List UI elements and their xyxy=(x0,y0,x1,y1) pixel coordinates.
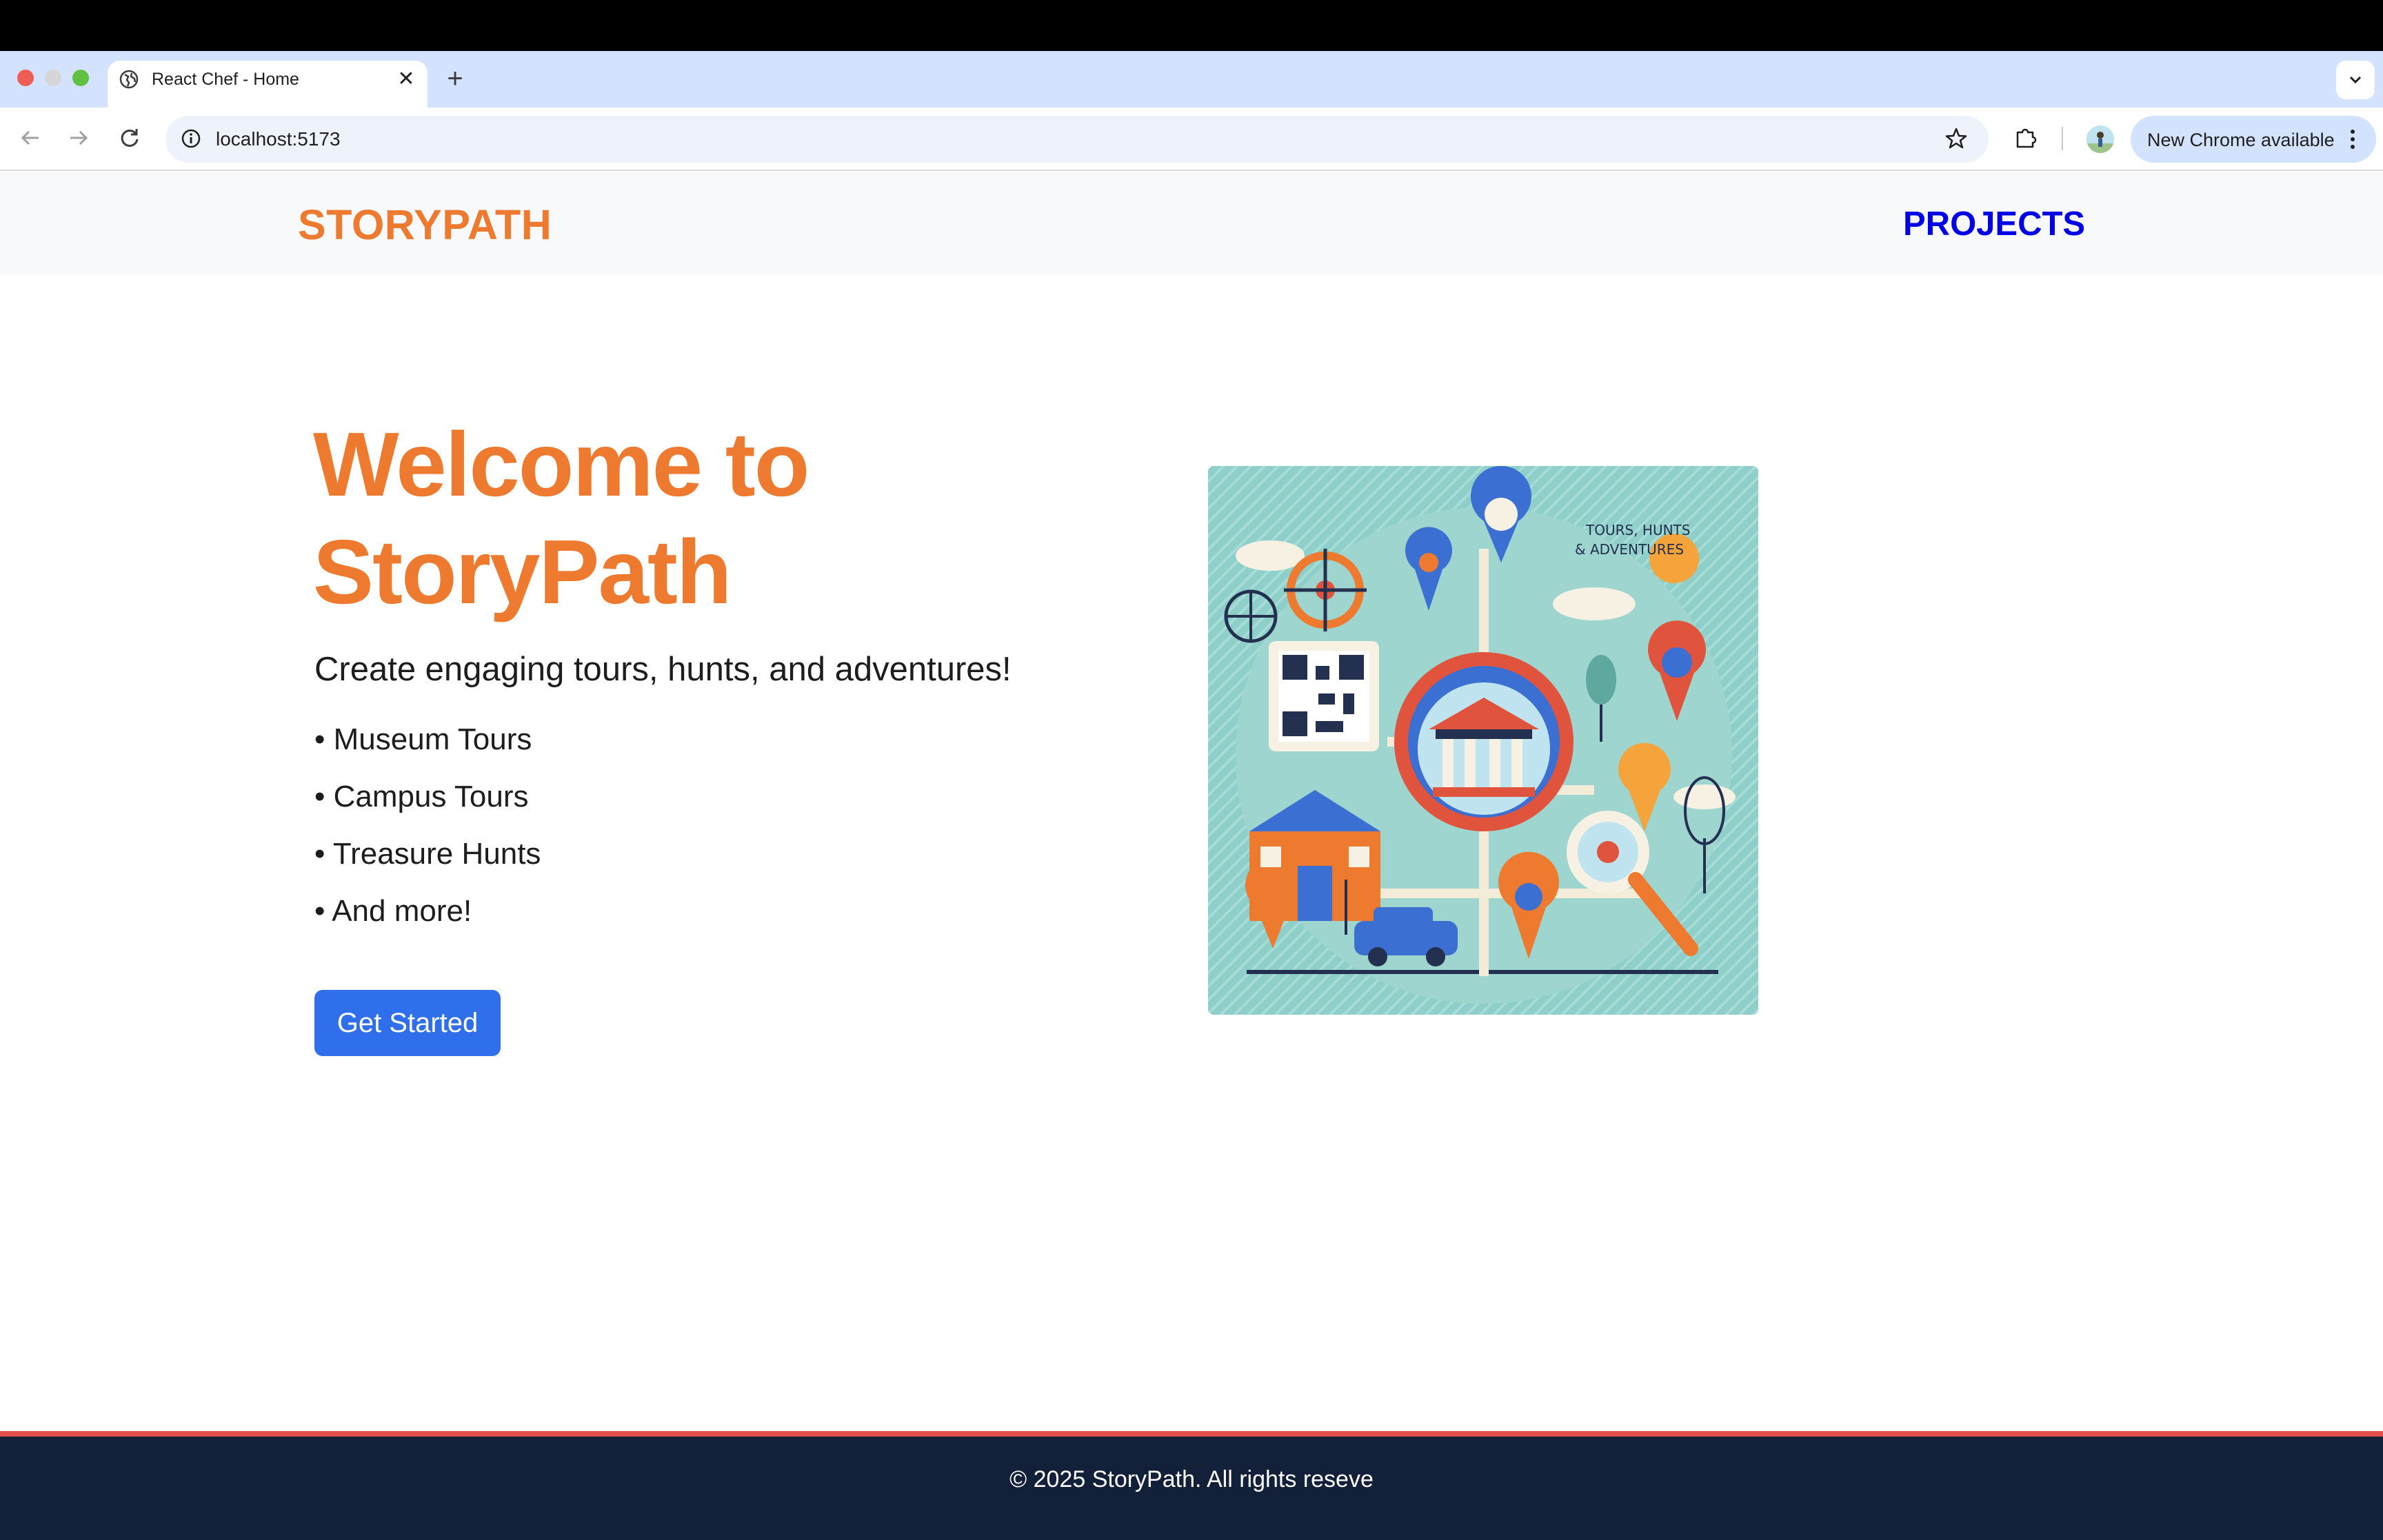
globe-icon xyxy=(119,70,139,89)
chrome-update-label: New Chrome available xyxy=(2147,130,2335,150)
tab-title: React Chef - Home xyxy=(152,70,299,89)
window-minimize-button[interactable] xyxy=(45,70,61,86)
reload-icon[interactable] xyxy=(116,124,143,152)
feature-item-museum-tours: • Museum Tours xyxy=(314,722,532,756)
close-icon[interactable]: ✕ xyxy=(394,68,418,91)
hero-title: Welcome to StoryPath xyxy=(313,414,810,622)
site-info-icon[interactable] xyxy=(179,127,203,150)
footer-copyright: © 2025 StoryPath. All rights reseve xyxy=(1009,1466,1374,1492)
bookmark-star-icon[interactable] xyxy=(1943,125,1969,152)
chevron-down-icon xyxy=(2349,76,2362,84)
new-tab-icon[interactable]: + xyxy=(441,65,469,92)
brand-logo-link[interactable]: STORYPATH xyxy=(298,200,552,250)
back-arrow-icon[interactable] xyxy=(17,124,44,152)
window-zoom-button[interactable] xyxy=(72,70,89,86)
feature-list: • Museum Tours • Campus Tours • Treasure… xyxy=(314,717,541,946)
address-bar[interactable] xyxy=(165,116,1989,163)
hero-illustration: TOURS, HUNTS & ADVENTURES xyxy=(1208,466,1758,1015)
feature-item-and-more: • And more! xyxy=(314,894,472,928)
footer-accent-line xyxy=(0,1431,2383,1437)
forward-arrow-icon[interactable] xyxy=(65,124,92,152)
feature-item-treasure-hunts: • Treasure Hunts xyxy=(314,837,541,871)
get-started-button[interactable]: Get Started xyxy=(314,990,501,1056)
toolbar-divider xyxy=(2062,127,2063,150)
extensions-puzzle-icon[interactable] xyxy=(2012,124,2040,152)
feature-item-campus-tours: • Campus Tours xyxy=(314,780,529,813)
hero-subtitle: Create engaging tours, hunts, and advent… xyxy=(314,651,1012,688)
svg-text:& ADVENTURES: & ADVENTURES xyxy=(1575,541,1684,558)
svg-text:TOURS, HUNTS: TOURS, HUNTS xyxy=(1585,522,1690,538)
tab-search-button[interactable] xyxy=(2336,61,2375,99)
url-text: localhost:5173 xyxy=(216,128,341,150)
profile-avatar[interactable] xyxy=(2087,125,2114,153)
more-menu-icon[interactable] xyxy=(2344,125,2361,153)
menubar-strip xyxy=(0,0,2383,51)
avatar-icon xyxy=(2087,125,2114,153)
nav-link-projects[interactable]: PROJECTS xyxy=(1903,203,2085,245)
window-close-button[interactable] xyxy=(17,70,34,86)
